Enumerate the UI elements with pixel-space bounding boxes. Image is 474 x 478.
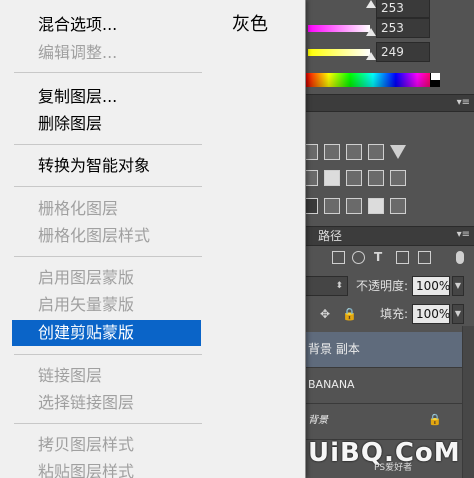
menu-item-duplicate-layer[interactable]: 复制图层... (12, 84, 201, 110)
watermark: UiBQ.CoM PS爱好者 (300, 436, 474, 476)
menu-separator (14, 186, 202, 187)
menu-item-blending-options[interactable]: 混合选项... (12, 12, 201, 38)
curves-icon[interactable] (346, 144, 362, 160)
layer-name: 背景 (308, 415, 328, 426)
vibrance-icon[interactable] (390, 145, 406, 159)
watermark-sub: PS爱好者 (374, 463, 413, 473)
menu-item-rasterize-layer[interactable]: 栅格化图层 (12, 196, 201, 222)
slider-thumb[interactable] (366, 52, 376, 60)
menu-item-edit-adjustment[interactable]: 编辑调整... (12, 40, 201, 66)
menu-item-create-clipping-mask[interactable]: 创建剪贴蒙版 (12, 320, 201, 346)
color-balance-icon[interactable] (324, 170, 340, 186)
panel-header-swatches: ▾≡ (300, 94, 474, 112)
channel-mixer-icon[interactable] (390, 170, 406, 186)
menu-item-link-layers[interactable]: 链接图层 (12, 363, 201, 389)
filter-shape-icon[interactable] (396, 251, 409, 264)
slider-thumb[interactable] (366, 28, 376, 36)
blend-mode-select[interactable]: ⬍ (300, 276, 348, 296)
filter-toggle-icon[interactable] (456, 251, 464, 264)
menu-item-delete-layer[interactable]: 删除图层 (12, 111, 201, 137)
panel-menu-icon[interactable]: ▾≡ (457, 229, 470, 241)
slider-track[interactable] (308, 25, 370, 32)
menu-item-paste-layer-style[interactable]: 粘贴图层样式 (12, 459, 201, 478)
panel-menu-icon[interactable]: ▾≡ (457, 97, 470, 109)
tab-paths[interactable]: 路径 (318, 228, 342, 244)
filter-smart-icon[interactable] (418, 251, 431, 264)
posterize-icon[interactable] (324, 198, 340, 214)
layer-name: 背景 副本 (308, 342, 360, 356)
menu-item-select-linked-layers[interactable]: 选择链接图层 (12, 390, 201, 416)
filter-adjust-icon[interactable] (352, 251, 365, 264)
layer-filter-toolbar: T (300, 246, 474, 270)
menu-side-label: 灰色 (232, 14, 268, 35)
slider-value[interactable]: 253 (376, 18, 430, 38)
color-spectrum[interactable] (306, 73, 440, 87)
menu-separator (14, 354, 202, 355)
menu-item-convert-smart-object[interactable]: 转换为智能对象 (12, 153, 201, 179)
screen: 253 253 249 253 ▾≡ ▾≡ 路 (0, 0, 474, 478)
levels-icon[interactable] (324, 144, 340, 160)
gradient-map-icon[interactable] (390, 198, 406, 214)
layer-row[interactable]: 背景 🔒 (300, 404, 462, 440)
adjustments-row-1 (302, 144, 406, 162)
menu-separator (14, 423, 202, 424)
menu-item-rasterize-layer-style[interactable]: 栅格化图层样式 (12, 223, 201, 249)
layer-row[interactable]: 背景 副本 (300, 332, 462, 368)
black-white-icon[interactable] (346, 170, 362, 186)
layer-row[interactable]: BANANA (300, 368, 462, 404)
menu-item-copy-layer-style[interactable]: 拷贝图层样式 (12, 432, 201, 458)
color-slider-r[interactable]: 253 (300, 18, 474, 38)
opacity-field[interactable]: 100% (412, 276, 450, 296)
opacity-label: 不透明度: (356, 279, 409, 293)
fill-label: 填充: (380, 307, 409, 321)
selective-color-icon[interactable] (368, 198, 384, 214)
layer-context-menu: 灰色 混合选项... 编辑调整... 复制图层... 删除图层 转换为智能对象 … (0, 0, 306, 478)
fill-dropdown[interactable]: ▼ (452, 304, 464, 324)
lock-position-icon[interactable]: ✥ (320, 307, 330, 321)
slider-value[interactable]: 253 (376, 0, 430, 18)
menu-separator (14, 256, 202, 257)
lock-icon: 🔒 (428, 413, 442, 426)
filter-pixel-icon[interactable] (332, 251, 345, 264)
filter-type-icon[interactable]: T (374, 251, 387, 264)
menu-separator (14, 72, 202, 73)
photo-filter-icon[interactable] (368, 170, 384, 186)
slider-value[interactable]: 249 (376, 42, 430, 62)
chevron-updown-icon: ⬍ (335, 281, 343, 291)
color-slider-top[interactable]: 253 (300, 0, 474, 18)
menu-item-enable-layer-mask[interactable]: 启用图层蒙版 (12, 265, 201, 291)
opacity-dropdown[interactable]: ▼ (452, 276, 464, 296)
slider-thumb[interactable] (366, 0, 376, 8)
menu-separator (14, 144, 202, 145)
menu-gutter (0, 0, 10, 478)
color-slider-b[interactable]: 249 (300, 42, 474, 62)
fill-field[interactable]: 100% (412, 304, 450, 324)
black-swatch[interactable] (430, 80, 440, 87)
slider-track[interactable] (308, 49, 370, 56)
adjustments-row-3 (302, 198, 406, 216)
threshold-icon[interactable] (346, 198, 362, 214)
adjustments-row-2 (302, 170, 406, 188)
layer-name: BANANA (308, 378, 355, 391)
exposure-icon[interactable] (368, 144, 384, 160)
menu-item-enable-vector-mask[interactable]: 启用矢量蒙版 (12, 292, 201, 318)
lock-all-icon[interactable]: 🔒 (342, 307, 357, 321)
